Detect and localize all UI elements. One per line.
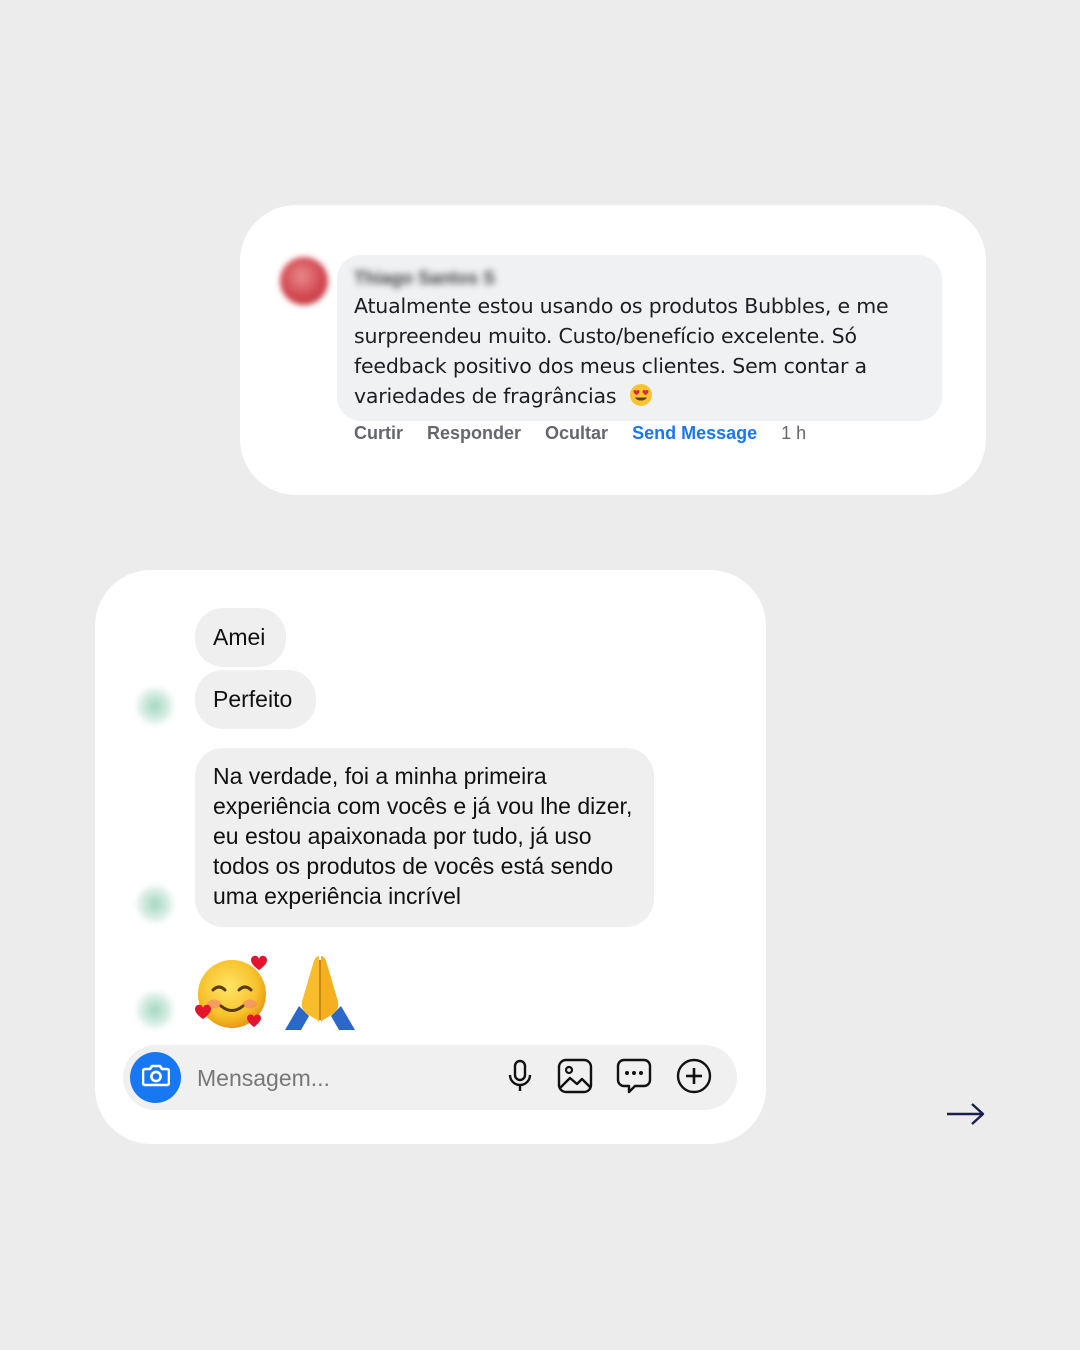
comment-text: Atualmente estou usando os produtos Bubb… [354, 291, 924, 415]
facebook-comment-card: Thiago Santos S Atualmente estou usando … [240, 205, 986, 495]
folded-hands-emoji-icon [279, 950, 361, 1032]
comment-bubble: Thiago Santos S Atualmente estou usando … [337, 255, 942, 421]
message-bubble[interactable]: Amei [195, 608, 286, 667]
image-icon [557, 1058, 593, 1099]
message-composer [123, 1045, 737, 1110]
direct-message-card: Amei Perfeito Na verdade, foi a minha pr… [95, 570, 766, 1144]
microphone-button[interactable] [501, 1059, 539, 1097]
comment-timestamp[interactable]: 1 h [781, 423, 806, 444]
microphone-icon [507, 1059, 533, 1098]
emoji-message[interactable] [195, 950, 361, 1032]
more-options-button[interactable] [675, 1058, 713, 1099]
message-bubble[interactable]: Na verdade, foi a minha primeira experiê… [195, 748, 654, 927]
like-link[interactable]: Curtir [354, 423, 403, 444]
camera-icon [141, 1063, 170, 1092]
message-input[interactable] [195, 1055, 479, 1102]
smiling-face-with-hearts-emoji-icon [195, 954, 273, 1032]
heart-eyes-emoji-icon [629, 383, 653, 415]
plus-icon [676, 1058, 712, 1099]
send-message-link[interactable]: Send Message [632, 423, 757, 444]
camera-button[interactable] [130, 1052, 181, 1103]
comment-actions: Curtir Responder Ocultar Send Message 1 … [354, 423, 830, 444]
sender-avatar[interactable] [137, 992, 173, 1028]
commenter-avatar[interactable] [280, 257, 328, 305]
next-slide-button[interactable] [945, 1100, 987, 1128]
message-bubble[interactable]: Perfeito [195, 670, 316, 729]
commenter-name[interactable]: Thiago Santos S [354, 265, 924, 291]
arrow-right-icon [945, 1103, 987, 1132]
sender-avatar[interactable] [137, 886, 173, 922]
reply-link[interactable]: Responder [427, 423, 521, 444]
sticker-button[interactable] [615, 1058, 653, 1099]
comment-body: Atualmente estou usando os produtos Bubb… [354, 294, 889, 408]
sender-avatar[interactable] [137, 688, 173, 724]
hide-link[interactable]: Ocultar [545, 423, 608, 444]
sticker-icon [616, 1058, 652, 1099]
gallery-button[interactable] [556, 1058, 594, 1099]
